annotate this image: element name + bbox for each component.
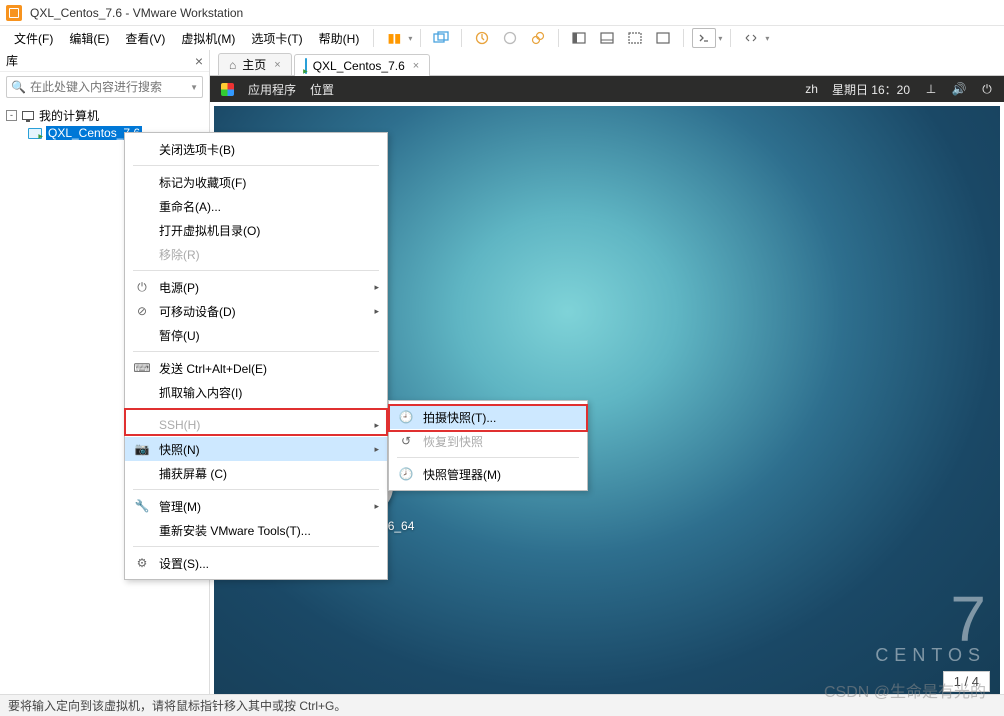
centos-brand: 7 CENTOS	[875, 594, 986, 666]
menu-tabs[interactable]: 选项卡(T)	[245, 28, 308, 49]
search-input[interactable]	[30, 80, 190, 94]
keyboard-icon: ⌨	[133, 361, 151, 375]
ctx-send-cad[interactable]: ⌨发送 Ctrl+Alt+Del(E)	[125, 356, 387, 380]
ctx-settings[interactable]: ⚙设置(S)...	[125, 551, 387, 575]
guest-places[interactable]: 位置	[310, 81, 334, 98]
network-icon[interactable]: ⊥	[924, 82, 938, 96]
tab-vm[interactable]: QXL_Centos_7.6 ×	[294, 54, 431, 76]
search-dropdown-icon[interactable]: ▼	[190, 83, 198, 92]
console-open-icon[interactable]	[692, 28, 716, 48]
sub-take-snapshot[interactable]: 🕘拍摄快照(T)...	[389, 405, 587, 429]
ctx-ssh: SSH(H)▸	[125, 413, 387, 437]
snapshot-icon: 📷	[133, 442, 151, 456]
menu-view[interactable]: 查看(V)	[119, 28, 171, 49]
title-bar: QXL_Centos_7.6 - VMware Workstation	[0, 0, 1004, 26]
power-icon: ⏻	[133, 280, 151, 295]
window-title: QXL_Centos_7.6 - VMware Workstation	[30, 6, 243, 20]
ctx-power[interactable]: ⏻电源(P)▸	[125, 275, 387, 299]
close-icon[interactable]: ×	[413, 60, 419, 72]
menu-file[interactable]: 文件(F)	[8, 28, 59, 49]
library-title: 库	[6, 52, 18, 69]
computer-icon	[21, 109, 35, 121]
applications-icon	[220, 82, 234, 96]
vm-icon	[28, 127, 42, 139]
library-close-icon[interactable]: ×	[195, 53, 203, 69]
ctx-removable[interactable]: ⊘可移动设备(D)▸	[125, 299, 387, 323]
vm-icon	[305, 59, 307, 73]
view-fullscreen-icon[interactable]	[623, 28, 647, 48]
revert-icon: ↺	[397, 434, 415, 448]
view-console-icon[interactable]	[651, 28, 675, 48]
snapshot-submenu: 🕘拍摄快照(T)... ↺恢复到快照 🕗快照管理器(M)	[388, 400, 588, 491]
guest-clock[interactable]: 星期日 16：20	[832, 81, 910, 98]
library-search[interactable]: 🔍 ▼	[6, 76, 203, 98]
ctx-close-tab[interactable]: 关闭选项卡(B)	[125, 137, 387, 161]
ctx-open-dir[interactable]: 打开虚拟机目录(O)	[125, 218, 387, 242]
ctx-rename[interactable]: 重命名(A)...	[125, 194, 387, 218]
vmware-logo-icon	[6, 5, 22, 21]
vm-context-menu: 关闭选项卡(B) 标记为收藏项(F) 重命名(A)... 打开虚拟机目录(O) …	[124, 132, 388, 580]
search-icon: 🔍	[11, 80, 26, 94]
devices-icon: ⊘	[133, 304, 151, 318]
snapshot-manager-icon[interactable]	[526, 28, 550, 48]
ctx-capture[interactable]: 捕获屏幕 (C)	[125, 461, 387, 485]
clock-icon: 🕘	[397, 410, 415, 424]
screens-icon[interactable]	[429, 28, 453, 48]
menu-help[interactable]: 帮助(H)	[313, 28, 366, 49]
menu-edit[interactable]: 编辑(E)	[63, 28, 115, 49]
stretch-icon[interactable]	[739, 28, 763, 48]
ctx-favorite[interactable]: 标记为收藏项(F)	[125, 170, 387, 194]
ctx-reinstall-tools[interactable]: 重新安装 VMware Tools(T)...	[125, 518, 387, 542]
tab-home[interactable]: ⌂ 主页 ×	[218, 53, 292, 75]
snapshot-revert-icon[interactable]	[498, 28, 522, 48]
tree-root[interactable]: - 我的计算机	[6, 106, 203, 124]
ctx-grab[interactable]: 抓取输入内容(I)	[125, 380, 387, 404]
status-text: 要将输入定向到该虚拟机，请将鼠标指针移入其中或按 Ctrl+G。	[8, 697, 346, 714]
page-indicator: 1 / 4	[943, 671, 990, 692]
menu-vm[interactable]: 虚拟机(M)	[175, 28, 241, 49]
view-unity-icon[interactable]	[595, 28, 619, 48]
ctx-pause[interactable]: 暂停(U)	[125, 323, 387, 347]
guest-applications[interactable]: 应用程序	[248, 81, 296, 98]
power-icon[interactable]: ⏻	[980, 82, 994, 96]
view-single-icon[interactable]	[567, 28, 591, 48]
home-icon: ⌂	[229, 58, 236, 72]
volume-icon[interactable]: 🔊	[952, 82, 966, 96]
ctx-snapshot[interactable]: 📷快照(N)▸	[125, 437, 387, 461]
guest-top-bar: 应用程序 位置 zh 星期日 16：20 ⊥ 🔊 ⏻	[210, 76, 1004, 102]
sub-snapshot-manager[interactable]: 🕗快照管理器(M)	[389, 462, 587, 486]
guest-lang[interactable]: zh	[805, 82, 818, 96]
wrench-icon: 🔧	[133, 499, 151, 513]
ctx-manage[interactable]: 🔧管理(M)▸	[125, 494, 387, 518]
close-icon[interactable]: ×	[274, 59, 280, 71]
tab-strip: ⌂ 主页 × QXL_Centos_7.6 ×	[210, 50, 1004, 76]
menu-bar: 文件(F) 编辑(E) 查看(V) 虚拟机(M) 选项卡(T) 帮助(H) ▮▮…	[0, 26, 1004, 50]
manager-icon: 🕗	[397, 467, 415, 481]
settings-icon: ⚙	[133, 556, 151, 570]
pause-button[interactable]: ▮▮	[382, 28, 406, 48]
ctx-remove: 移除(R)	[125, 242, 387, 266]
status-bar: 要将输入定向到该虚拟机，请将鼠标指针移入其中或按 Ctrl+G。	[0, 694, 1004, 716]
sub-revert: ↺恢复到快照	[389, 429, 587, 453]
snapshot-take-icon[interactable]	[470, 28, 494, 48]
collapse-icon[interactable]: -	[6, 110, 17, 121]
